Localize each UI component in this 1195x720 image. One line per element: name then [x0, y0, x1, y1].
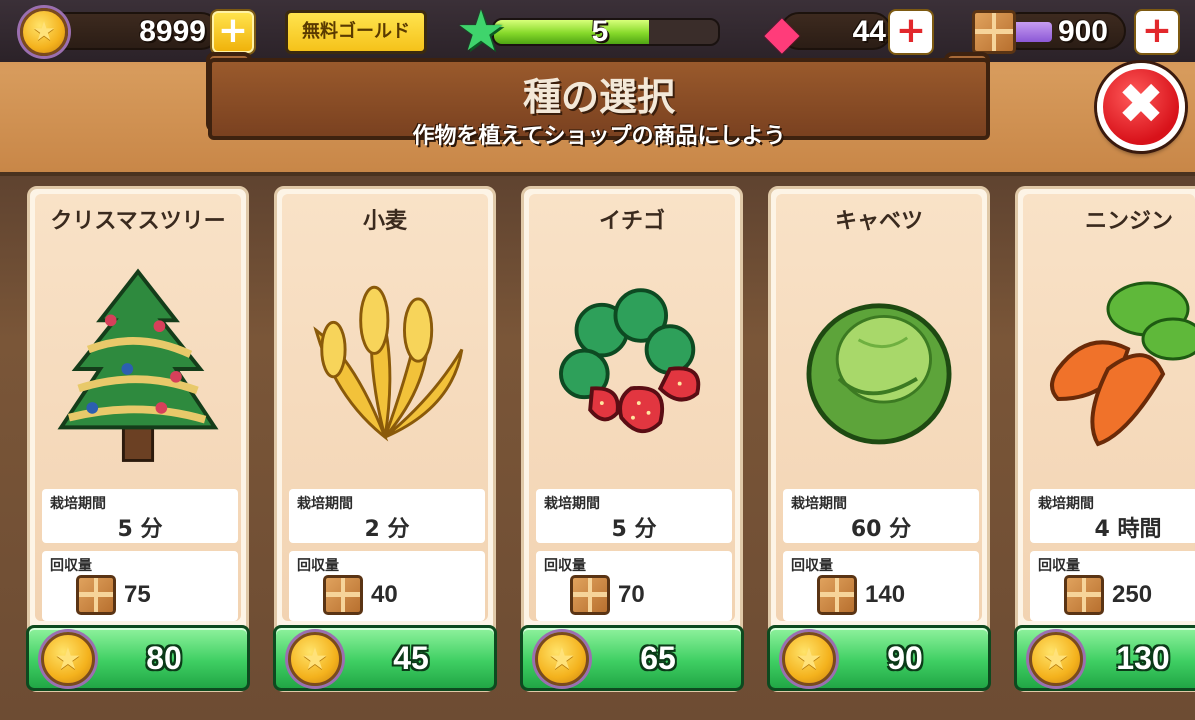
growth-period-box: 栽培期間 5 分: [536, 489, 732, 543]
coin-icon: ★: [1029, 632, 1083, 686]
crop-card-cabbage[interactable]: キャベツ 栽培期間 60 分 回収量 140 ★ 90: [767, 186, 991, 692]
crop-name: ニンジン: [1084, 209, 1173, 234]
growth-period-label: 栽培期間: [50, 496, 106, 512]
cabbage-icon: [806, 303, 952, 445]
yield-value: 140: [865, 581, 906, 608]
coin-icon: ★: [41, 632, 95, 686]
crop-name: 小麦: [362, 209, 407, 234]
growth-period-box: 栽培期間 60 分: [783, 489, 979, 543]
crop-card-carrot[interactable]: ニンジン 栽培期間 4 時間 回収量 250 ★ 130: [1014, 186, 1195, 692]
crop-name: クリスマスツリー: [50, 209, 226, 234]
xp-bar-fill: [494, 20, 649, 44]
coin-icon: ★: [20, 8, 68, 56]
page-title: 種の選択: [522, 75, 675, 119]
box-count: 900: [1057, 15, 1108, 48]
yield-value: 40: [371, 581, 398, 608]
add-boxes-button[interactable]: +: [1136, 11, 1178, 53]
growth-period-value: 5 分: [117, 517, 163, 542]
wheat-icon: [313, 285, 464, 442]
free-gold-button[interactable]: 無料ゴールド: [285, 10, 427, 54]
crate-icon: [570, 575, 610, 615]
yield-label: 回収量: [1038, 558, 1080, 574]
growth-period-label: 栽培期間: [791, 496, 847, 512]
carrot-icon: [1050, 281, 1195, 447]
growth-period-label: 栽培期間: [297, 496, 353, 512]
price: 65: [640, 640, 676, 676]
growth-period-value: 5 分: [611, 517, 657, 542]
buy-button[interactable]: ★ 90: [767, 625, 991, 691]
yield-label: 回収量: [50, 558, 92, 574]
growth-period-value: 2 分: [364, 517, 410, 542]
yield-box: 回収量 250: [1030, 551, 1195, 621]
top-hud: ★ 8999 + 無料ゴールド ★ 5 ◆ 44 + 900 +: [0, 0, 1195, 62]
close-button[interactable]: ✖: [1097, 63, 1185, 151]
crop-card-christmas-tree[interactable]: クリスマスツリー 栽培期間 5 分 回収量 75 ★ 80: [26, 186, 250, 692]
christmas-tree-icon: [57, 268, 219, 462]
gem-count: 44: [852, 15, 886, 48]
growth-period-value: 60 分: [850, 517, 912, 542]
gem-icon: ◆: [764, 5, 800, 59]
growth-period-box: 栽培期間 4 時間: [1030, 489, 1195, 543]
strawberry-icon: [559, 288, 701, 433]
crop-card-wheat[interactable]: 小麦 栽培期間 2 分 回収量 40 ★ 45: [273, 186, 497, 692]
yield-box: 回収量 140: [783, 551, 979, 621]
growth-period-label: 栽培期間: [544, 496, 600, 512]
buy-button[interactable]: ★ 65: [520, 625, 744, 691]
yield-box: 回収量 75: [42, 551, 238, 621]
yield-box: 回収量 40: [289, 551, 485, 621]
growth-period-box: 栽培期間 5 分: [42, 489, 238, 543]
level-star-icon: ★: [455, 0, 507, 64]
page-subtitle: 作物を植えてショップの商品にしよう: [412, 124, 786, 149]
yield-value: 75: [124, 581, 151, 608]
coin-icon: ★: [288, 632, 342, 686]
crop-name: キャベツ: [834, 209, 923, 234]
buy-button[interactable]: ★ 45: [273, 625, 497, 691]
add-gems-button[interactable]: +: [890, 11, 932, 53]
coin-icon: ★: [535, 632, 589, 686]
price: 45: [393, 640, 429, 676]
crate-icon: [323, 575, 363, 615]
buy-button[interactable]: ★ 130: [1014, 625, 1195, 691]
crate-icon: [76, 575, 116, 615]
price: 130: [1116, 640, 1170, 676]
yield-label: 回収量: [791, 558, 833, 574]
growth-period-box: 栽培期間 2 分: [289, 489, 485, 543]
crop-card-strawberry[interactable]: イチゴ 栽培期間 5 分 回収量 70 ★ 65: [520, 186, 744, 692]
yield-value: 70: [618, 581, 645, 608]
growth-period-value: 4 時間: [1094, 517, 1162, 542]
box-icon: [972, 10, 1016, 54]
crate-icon: [817, 575, 857, 615]
buy-button[interactable]: ★ 80: [26, 625, 250, 691]
level-number: 5: [591, 15, 609, 48]
yield-label: 回収量: [544, 558, 586, 574]
yield-value: 250: [1112, 581, 1153, 608]
add-coins-button[interactable]: +: [212, 11, 254, 53]
price: 80: [146, 640, 182, 676]
yield-box: 回収量 70: [536, 551, 732, 621]
yield-label: 回収量: [297, 558, 339, 574]
coin-icon: ★: [782, 632, 836, 686]
crop-name: イチゴ: [598, 209, 665, 234]
price: 90: [887, 640, 923, 676]
crate-icon: [1064, 575, 1104, 615]
coin-count: 8999: [139, 15, 206, 48]
growth-period-label: 栽培期間: [1038, 496, 1094, 512]
